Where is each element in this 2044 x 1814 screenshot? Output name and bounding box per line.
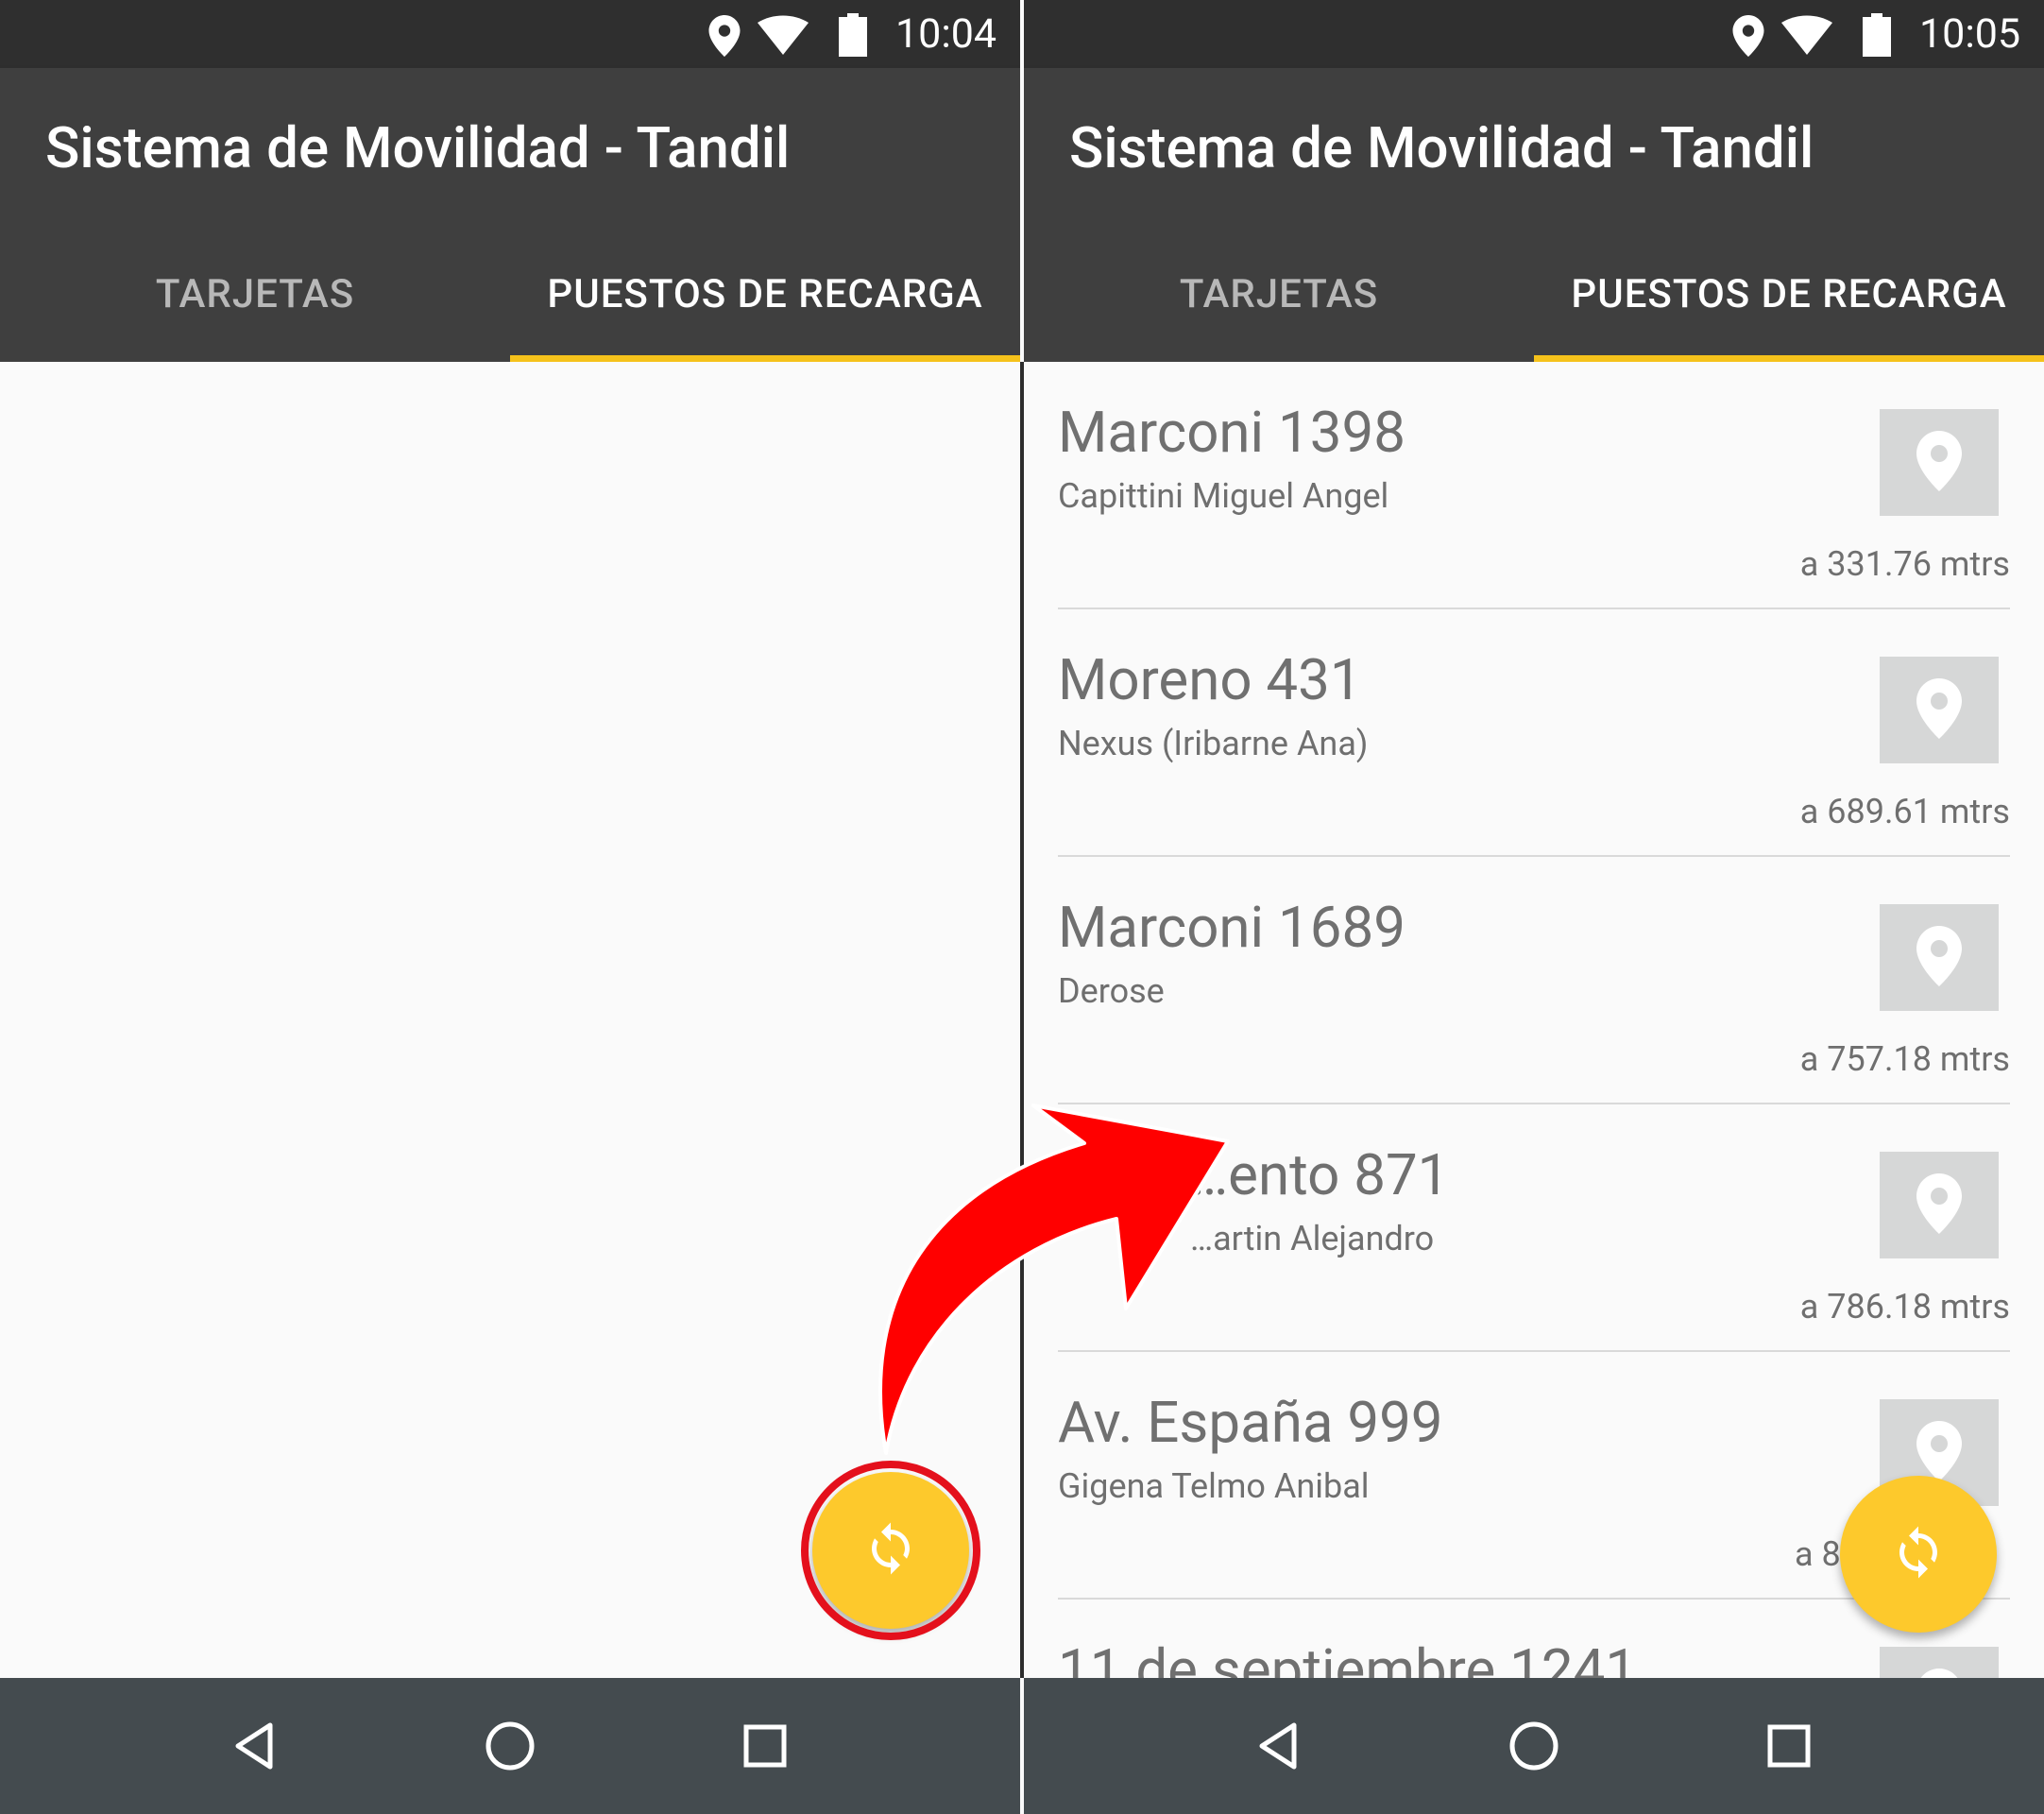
status-bar: 10:04	[0, 0, 1020, 68]
battery-icon	[1863, 13, 1891, 60]
app-bar: Sistema de Movilidad - Tandil	[1024, 68, 2044, 227]
map-button[interactable]	[1880, 1152, 1999, 1258]
app-title: Sistema de Movilidad - Tandil	[45, 114, 791, 181]
item-address: Av. España 999	[1058, 1389, 1443, 1456]
home-icon[interactable]	[482, 1718, 538, 1774]
tab-tarjetas[interactable]: TARJETAS	[0, 227, 510, 362]
list-item[interactable]: Marconi 1398 Capittini Miguel Angel a 33…	[1058, 362, 2010, 609]
wifi-icon	[1781, 15, 1832, 59]
right-screen: 10:05 Sistema de Movilidad - Tandil TARJ…	[1024, 0, 2044, 1814]
item-owner: Gigena Telmo Anibal	[1058, 1466, 1370, 1506]
recents-icon[interactable]	[737, 1718, 793, 1774]
navigation-bar	[0, 1678, 1020, 1814]
battery-icon	[839, 13, 867, 60]
list-item[interactable]: Moreno 431 Nexus (Iribarne Ana) a 689.61…	[1058, 609, 2010, 857]
tab-bar: TARJETAS PUESTOS DE RECARGA	[1024, 227, 2044, 362]
tab-puestos-de-recarga[interactable]: PUESTOS DE RECARGA	[1534, 227, 2044, 362]
home-icon[interactable]	[1506, 1718, 1562, 1774]
left-screen: 10:04 Sistema de Movilidad - Tandil TARJ…	[0, 0, 1020, 1814]
map-button[interactable]	[1880, 657, 1999, 763]
item-owner: …artin Alejandro	[1190, 1219, 1435, 1258]
item-address: Marconi 1689	[1058, 894, 1405, 961]
refresh-fab-button[interactable]	[1840, 1476, 1997, 1633]
item-address: 11 de septiembre 1241	[1058, 1636, 1638, 1679]
app-bar: Sistema de Movilidad - Tandil	[0, 68, 1020, 227]
map-pin-icon	[1916, 430, 1962, 495]
item-address: Moreno 431	[1058, 646, 1362, 713]
tab-tarjetas[interactable]: TARJETAS	[1024, 227, 1534, 362]
tab-indicator	[510, 355, 1020, 362]
tab-bar: TARJETAS PUESTOS DE RECARGA	[0, 227, 1020, 362]
status-time: 10:05	[1919, 10, 2021, 58]
back-icon[interactable]	[227, 1718, 283, 1774]
refresh-icon	[1890, 1524, 1947, 1584]
item-address: …ento 871	[1190, 1141, 1450, 1208]
status-bar: 10:05	[1024, 0, 2044, 68]
back-icon[interactable]	[1251, 1718, 1307, 1774]
item-owner: Nexus (Iribarne Ana)	[1058, 724, 1369, 763]
item-distance: a 786.18 mtrs	[1799, 1287, 2010, 1326]
map-pin-icon	[1916, 1668, 1962, 1678]
map-pin-icon	[1916, 925, 1962, 990]
map-pin-icon	[1916, 1172, 1962, 1238]
highlight-ring	[801, 1461, 980, 1640]
tab-indicator	[1534, 355, 2044, 362]
item-distance: a 757.18 mtrs	[1799, 1039, 2010, 1079]
item-owner: Derose	[1058, 971, 1165, 1011]
location-icon	[708, 15, 741, 60]
map-button[interactable]	[1880, 409, 1999, 516]
wifi-icon	[758, 15, 809, 59]
recents-icon[interactable]	[1761, 1718, 1817, 1774]
list-item[interactable]: …ento 871 …artin Alejandro a 786.18 mtrs	[1058, 1104, 2010, 1352]
item-distance: a 331.76 mtrs	[1799, 544, 2010, 584]
status-time: 10:04	[895, 10, 997, 58]
navigation-bar	[1024, 1678, 2044, 1814]
list-item[interactable]: Marconi 1689 Derose a 757.18 mtrs	[1058, 857, 2010, 1104]
item-distance: a 689.61 mtrs	[1799, 792, 2010, 831]
item-address: Marconi 1398	[1058, 399, 1405, 466]
map-button[interactable]	[1880, 1647, 1999, 1678]
location-icon	[1732, 15, 1764, 60]
map-pin-icon	[1916, 677, 1962, 743]
map-button[interactable]	[1880, 904, 1999, 1011]
app-title: Sistema de Movilidad - Tandil	[1069, 114, 1814, 181]
tab-puestos-de-recarga[interactable]: PUESTOS DE RECARGA	[510, 227, 1020, 362]
item-owner: Capittini Miguel Angel	[1058, 476, 1389, 516]
